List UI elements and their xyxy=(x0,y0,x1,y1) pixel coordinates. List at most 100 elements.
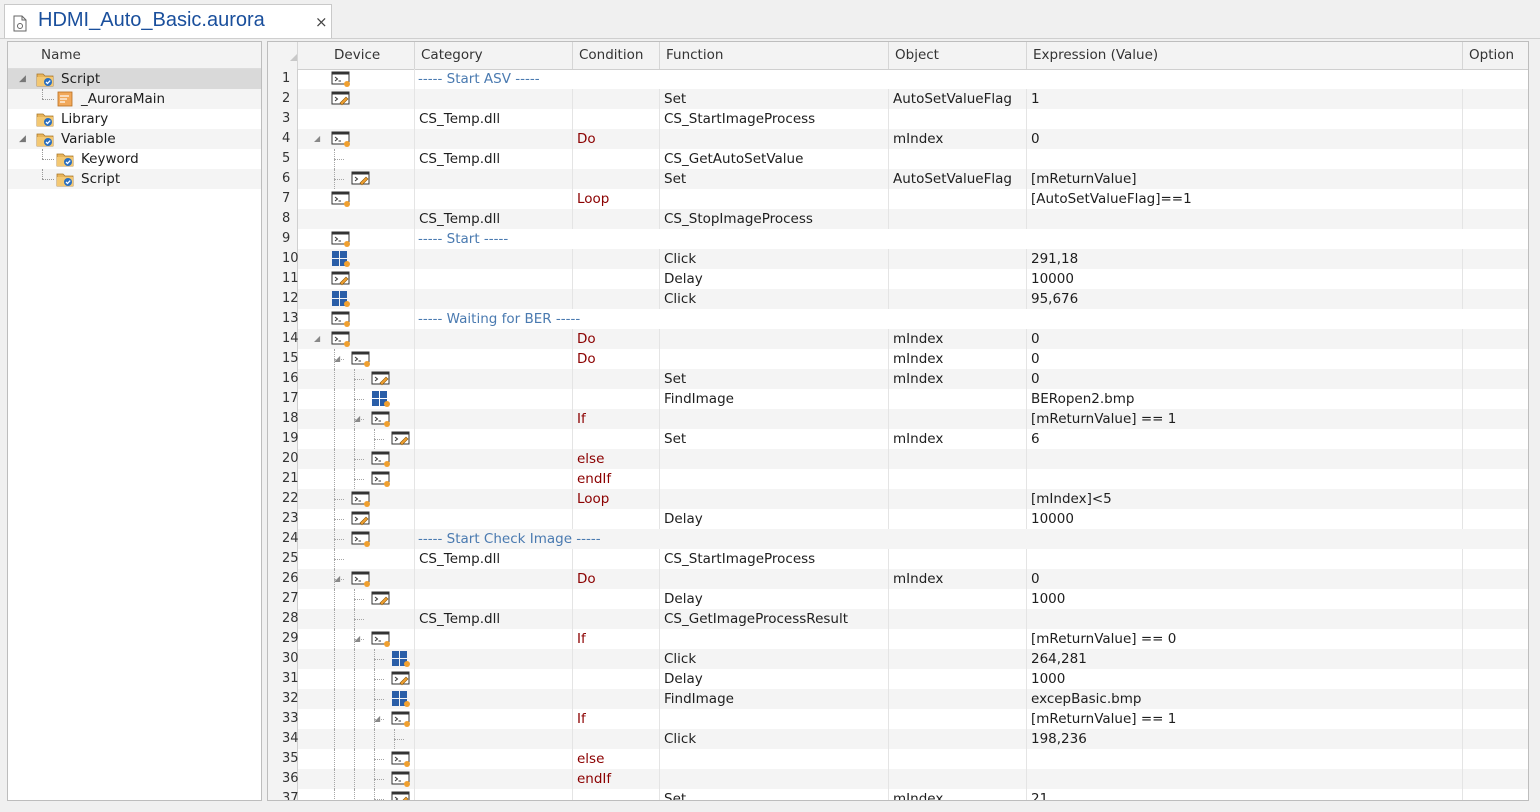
option-cell[interactable] xyxy=(1463,749,1528,769)
expression-cell[interactable]: [mReturnValue] == 1 xyxy=(1027,409,1463,429)
expression-cell[interactable]: 10000 xyxy=(1027,509,1463,529)
condition-cell[interactable]: If xyxy=(573,709,660,729)
option-cell[interactable] xyxy=(1463,149,1528,169)
condition-cell[interactable] xyxy=(573,729,660,749)
tree-item-library[interactable]: Library xyxy=(8,109,261,129)
row-number[interactable]: 18 xyxy=(268,409,299,429)
object-cell[interactable] xyxy=(889,769,1027,789)
row-number[interactable]: 19 xyxy=(268,429,299,449)
corner-cell[interactable] xyxy=(268,42,298,69)
function-cell[interactable]: Set xyxy=(660,369,889,389)
expression-cell[interactable] xyxy=(1027,749,1463,769)
object-cell[interactable] xyxy=(889,389,1027,409)
option-cell[interactable] xyxy=(1463,469,1528,489)
table-row[interactable]: 11 Delay 10000 xyxy=(268,269,1528,289)
device-cell[interactable] xyxy=(298,549,415,569)
expression-cell[interactable]: 198,236 xyxy=(1027,729,1463,749)
condition-cell[interactable] xyxy=(573,109,660,129)
device-cell[interactable]: ◢ xyxy=(298,709,415,729)
option-cell[interactable] xyxy=(1463,729,1528,749)
row-number[interactable]: 23 xyxy=(268,509,299,529)
expression-cell[interactable] xyxy=(1027,469,1463,489)
device-cell[interactable] xyxy=(298,589,415,609)
expression-cell[interactable]: excepBasic.bmp xyxy=(1027,689,1463,709)
option-cell[interactable] xyxy=(1463,689,1528,709)
device-cell[interactable] xyxy=(298,669,415,689)
category-cell[interactable] xyxy=(415,649,573,669)
category-cell[interactable] xyxy=(415,489,573,509)
device-cell[interactable] xyxy=(298,309,415,329)
table-row[interactable]: 21 endIf xyxy=(268,469,1528,489)
row-number[interactable]: 11 xyxy=(268,269,299,289)
table-row[interactable]: 2 Set AutoSetValueFlag 1 xyxy=(268,89,1528,109)
category-cell[interactable] xyxy=(415,189,573,209)
function-cell[interactable]: CS_GetAutoSetValue xyxy=(660,149,889,169)
expression-cell[interactable]: [mIndex]<5 xyxy=(1027,489,1463,509)
column-header-category[interactable]: Category xyxy=(415,42,573,69)
function-cell[interactable]: Click xyxy=(660,249,889,269)
option-cell[interactable] xyxy=(1463,489,1528,509)
object-cell[interactable]: AutoSetValueFlag xyxy=(889,89,1027,109)
table-row[interactable]: 1 ----- Start ASV ----- xyxy=(268,69,1528,89)
condition-cell[interactable]: Do xyxy=(573,129,660,149)
expression-cell[interactable]: [mReturnValue] xyxy=(1027,169,1463,189)
table-row[interactable]: 8 CS_Temp.dll CS_StopImageProcess xyxy=(268,209,1528,229)
category-cell[interactable] xyxy=(415,769,573,789)
device-cell[interactable] xyxy=(298,249,415,269)
table-row[interactable]: 4 ◢ Do mIndex 0 xyxy=(268,129,1528,149)
expression-cell[interactable]: 1 xyxy=(1027,89,1463,109)
category-cell[interactable] xyxy=(415,509,573,529)
condition-cell[interactable] xyxy=(573,549,660,569)
device-cell[interactable] xyxy=(298,369,415,389)
category-cell[interactable] xyxy=(415,569,573,589)
device-cell[interactable] xyxy=(298,389,415,409)
table-row[interactable]: 17 FindImage BERopen2.bmp xyxy=(268,389,1528,409)
category-cell[interactable] xyxy=(415,389,573,409)
option-cell[interactable] xyxy=(1463,249,1528,269)
object-cell[interactable]: AutoSetValueFlag xyxy=(889,169,1027,189)
category-cell[interactable]: CS_Temp.dll xyxy=(415,549,573,569)
device-cell[interactable] xyxy=(298,269,415,289)
device-cell[interactable] xyxy=(298,169,415,189)
category-cell[interactable] xyxy=(415,129,573,149)
option-cell[interactable] xyxy=(1463,509,1528,529)
object-cell[interactable] xyxy=(889,629,1027,649)
condition-cell[interactable] xyxy=(573,89,660,109)
category-cell[interactable] xyxy=(415,369,573,389)
table-row[interactable]: 18 ◢ If [mReturnValue] == 1 xyxy=(268,409,1528,429)
function-cell[interactable]: Set xyxy=(660,169,889,189)
table-row[interactable]: 13 ----- Waiting for BER ----- xyxy=(268,309,1528,329)
category-cell[interactable] xyxy=(415,669,573,689)
column-header-device[interactable]: Device xyxy=(298,42,415,69)
category-cell[interactable] xyxy=(415,789,573,800)
expression-cell[interactable]: 291,18 xyxy=(1027,249,1463,269)
condition-cell[interactable]: Do xyxy=(573,349,660,369)
row-number[interactable]: 35 xyxy=(268,749,299,769)
object-cell[interactable] xyxy=(889,149,1027,169)
device-cell[interactable] xyxy=(298,109,415,129)
row-number[interactable]: 17 xyxy=(268,389,299,409)
column-header-option[interactable]: Option xyxy=(1463,42,1528,69)
device-cell[interactable] xyxy=(298,649,415,669)
device-cell[interactable] xyxy=(298,489,415,509)
category-cell[interactable]: CS_Temp.dll xyxy=(415,209,573,229)
option-cell[interactable] xyxy=(1463,549,1528,569)
option-cell[interactable] xyxy=(1463,329,1528,349)
function-cell[interactable]: Click xyxy=(660,729,889,749)
function-cell[interactable] xyxy=(660,449,889,469)
device-cell[interactable] xyxy=(298,89,415,109)
expression-cell[interactable]: 0 xyxy=(1027,369,1463,389)
table-row[interactable]: 32 FindImage excepBasic.bmp xyxy=(268,689,1528,709)
expression-cell[interactable]: 0 xyxy=(1027,329,1463,349)
option-cell[interactable] xyxy=(1463,289,1528,309)
column-header-function[interactable]: Function xyxy=(660,42,889,69)
function-cell[interactable]: FindImage xyxy=(660,689,889,709)
function-cell[interactable]: Delay xyxy=(660,589,889,609)
function-cell[interactable]: Set xyxy=(660,429,889,449)
condition-cell[interactable] xyxy=(573,509,660,529)
device-cell[interactable] xyxy=(298,449,415,469)
expression-cell[interactable]: 1000 xyxy=(1027,589,1463,609)
option-cell[interactable] xyxy=(1463,369,1528,389)
condition-cell[interactable]: else xyxy=(573,449,660,469)
object-cell[interactable]: mIndex xyxy=(889,329,1027,349)
